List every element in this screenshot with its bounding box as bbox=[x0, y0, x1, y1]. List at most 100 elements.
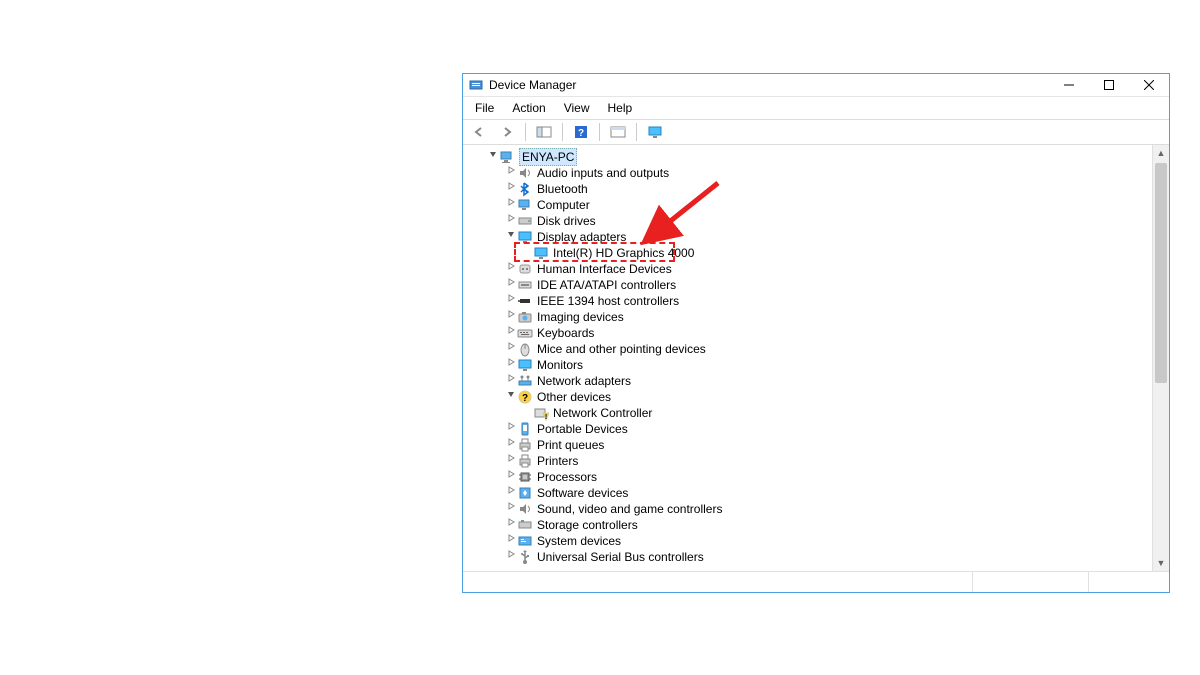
tree-item[interactable]: Print queues bbox=[469, 437, 1153, 453]
chevron-icon[interactable] bbox=[505, 229, 517, 245]
other-icon: ? bbox=[517, 389, 533, 405]
toolbar: ? bbox=[463, 120, 1169, 145]
tree-item[interactable]: Universal Serial Bus controllers bbox=[469, 549, 1153, 565]
chevron-icon[interactable] bbox=[505, 469, 517, 485]
tree-child-item[interactable]: !Network Controller bbox=[469, 405, 1153, 421]
tree-item[interactable]: Disk drives bbox=[469, 213, 1153, 229]
help-button[interactable]: ? bbox=[569, 121, 593, 143]
tree-item[interactable]: Audio inputs and outputs bbox=[469, 165, 1153, 181]
chevron-icon[interactable] bbox=[505, 533, 517, 549]
chevron-icon[interactable] bbox=[505, 485, 517, 501]
display-icon bbox=[533, 245, 549, 261]
tree-item[interactable]: Portable Devices bbox=[469, 421, 1153, 437]
tree-item-label: IEEE 1394 host controllers bbox=[537, 293, 679, 309]
chevron-icon[interactable] bbox=[505, 309, 517, 325]
chevron-icon[interactable] bbox=[505, 325, 517, 341]
tree-item-label: Disk drives bbox=[537, 213, 596, 229]
chevron-down-icon[interactable] bbox=[487, 149, 499, 165]
tree-item[interactable]: ?Other devices bbox=[469, 389, 1153, 405]
tree-item[interactable]: Printers bbox=[469, 453, 1153, 469]
tree-item[interactable]: Network adapters bbox=[469, 373, 1153, 389]
tree-item-label: Portable Devices bbox=[537, 421, 628, 437]
chevron-icon[interactable] bbox=[505, 453, 517, 469]
chevron-icon[interactable] bbox=[505, 421, 517, 437]
tree-child-item[interactable]: Intel(R) HD Graphics 4000 bbox=[469, 245, 1153, 261]
tree-item[interactable]: IDE ATA/ATAPI controllers bbox=[469, 277, 1153, 293]
device-manager-window: Device Manager File Action View Help bbox=[462, 73, 1170, 593]
printer-icon bbox=[517, 437, 533, 453]
scan-button[interactable] bbox=[606, 121, 630, 143]
chevron-icon[interactable] bbox=[505, 501, 517, 517]
chevron-icon[interactable] bbox=[505, 261, 517, 277]
printer-icon bbox=[517, 453, 533, 469]
tree-root[interactable]: ENYA-PC bbox=[469, 149, 1153, 165]
bluetooth-icon bbox=[517, 181, 533, 197]
chevron-icon[interactable] bbox=[505, 389, 517, 405]
tree-child-label: Intel(R) HD Graphics 4000 bbox=[553, 245, 694, 261]
tree-item[interactable]: System devices bbox=[469, 533, 1153, 549]
menu-help[interactable]: Help bbox=[600, 99, 641, 117]
menu-action[interactable]: Action bbox=[504, 99, 553, 117]
tree-item-label: Sound, video and game controllers bbox=[537, 501, 722, 517]
tree-item[interactable]: Bluetooth bbox=[469, 181, 1153, 197]
tree-item[interactable]: IEEE 1394 host controllers bbox=[469, 293, 1153, 309]
tree-item[interactable]: Processors bbox=[469, 469, 1153, 485]
tree-item[interactable]: Monitors bbox=[469, 357, 1153, 373]
chevron-icon[interactable] bbox=[505, 197, 517, 213]
chevron-icon[interactable] bbox=[505, 341, 517, 357]
tree-item[interactable]: Display adapters bbox=[469, 229, 1153, 245]
tree-item-label: System devices bbox=[537, 533, 621, 549]
tree-item[interactable]: Mice and other pointing devices bbox=[469, 341, 1153, 357]
menubar: File Action View Help bbox=[463, 97, 1169, 120]
back-button[interactable] bbox=[467, 121, 491, 143]
tree-item[interactable]: Software devices bbox=[469, 485, 1153, 501]
tree-item-label: Audio inputs and outputs bbox=[537, 165, 669, 181]
svg-text:?: ? bbox=[578, 128, 584, 139]
tree-item[interactable]: Imaging devices bbox=[469, 309, 1153, 325]
scroll-down-icon[interactable]: ▼ bbox=[1153, 555, 1169, 571]
tree-item-label: Storage controllers bbox=[537, 517, 638, 533]
window-title: Device Manager bbox=[489, 78, 1049, 92]
scroll-thumb[interactable] bbox=[1155, 163, 1167, 383]
maximize-button[interactable] bbox=[1089, 74, 1129, 96]
chevron-icon[interactable] bbox=[505, 517, 517, 533]
forward-button[interactable] bbox=[495, 121, 519, 143]
svg-text:!: ! bbox=[545, 414, 547, 421]
minimize-button[interactable] bbox=[1049, 74, 1089, 96]
keyboard-icon bbox=[517, 325, 533, 341]
tree-item[interactable]: Keyboards bbox=[469, 325, 1153, 341]
tree-item[interactable]: Computer bbox=[469, 197, 1153, 213]
tree-item-label: IDE ATA/ATAPI controllers bbox=[537, 277, 676, 293]
titlebar[interactable]: Device Manager bbox=[463, 74, 1169, 97]
menu-file[interactable]: File bbox=[467, 99, 502, 117]
chevron-icon[interactable] bbox=[505, 357, 517, 373]
vertical-scrollbar[interactable]: ▲ ▼ bbox=[1152, 145, 1169, 571]
monitor-icon bbox=[517, 357, 533, 373]
tree-item[interactable]: Human Interface Devices bbox=[469, 261, 1153, 277]
tree-item-label: Software devices bbox=[537, 485, 628, 501]
show-hide-tree-button[interactable] bbox=[532, 121, 556, 143]
tree-item-label: Processors bbox=[537, 469, 597, 485]
monitor-button[interactable] bbox=[643, 121, 667, 143]
chevron-icon[interactable] bbox=[505, 549, 517, 565]
chevron-icon[interactable] bbox=[505, 213, 517, 229]
chevron-icon[interactable] bbox=[505, 437, 517, 453]
disk-icon bbox=[517, 213, 533, 229]
chevron-icon[interactable] bbox=[505, 277, 517, 293]
scroll-up-icon[interactable]: ▲ bbox=[1153, 145, 1169, 161]
chevron-icon[interactable] bbox=[505, 373, 517, 389]
chevron-icon[interactable] bbox=[505, 165, 517, 181]
chevron-icon[interactable] bbox=[505, 181, 517, 197]
tree-item-label: Bluetooth bbox=[537, 181, 588, 197]
close-button[interactable] bbox=[1129, 74, 1169, 96]
menu-view[interactable]: View bbox=[556, 99, 598, 117]
chevron-icon[interactable] bbox=[505, 293, 517, 309]
ieee-icon bbox=[517, 293, 533, 309]
tree-item[interactable]: Storage controllers bbox=[469, 517, 1153, 533]
tree-item-label: Display adapters bbox=[537, 229, 626, 245]
audio-icon bbox=[517, 501, 533, 517]
software-icon bbox=[517, 485, 533, 501]
toolbar-separator bbox=[525, 123, 526, 141]
tree-item[interactable]: Sound, video and game controllers bbox=[469, 501, 1153, 517]
app-icon bbox=[469, 78, 483, 92]
